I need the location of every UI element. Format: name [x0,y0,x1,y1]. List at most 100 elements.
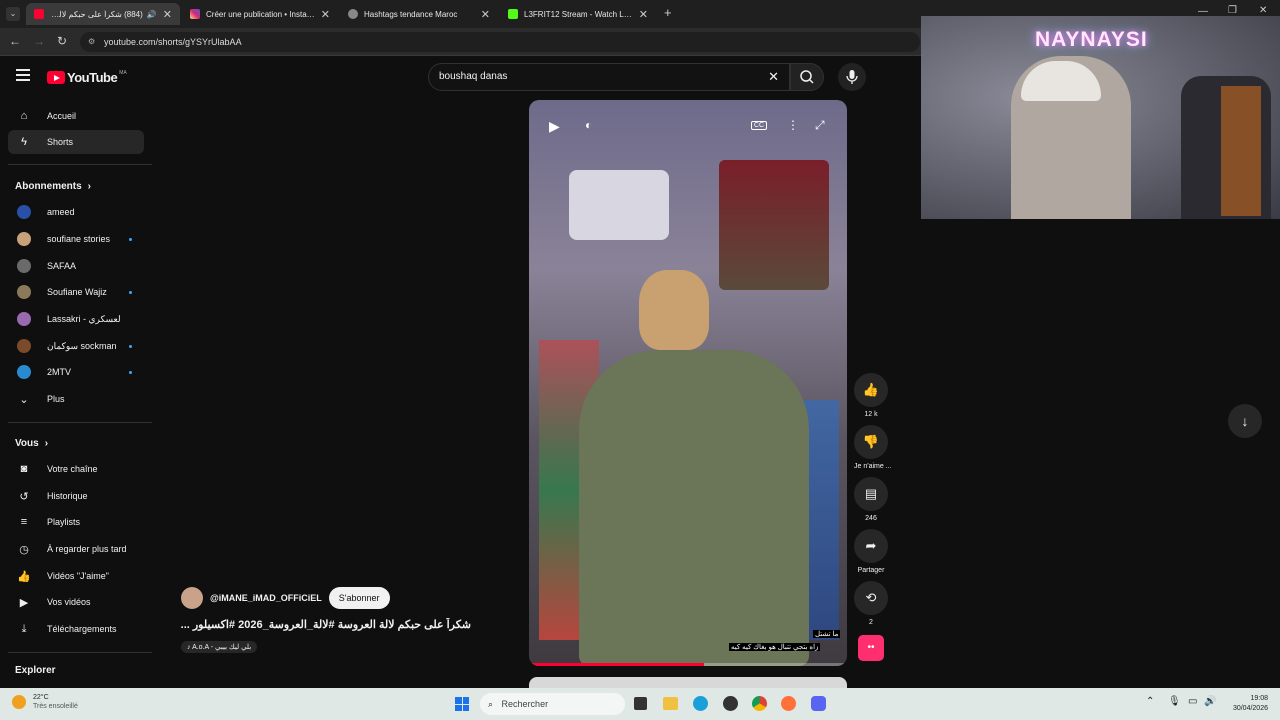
start-button[interactable] [455,697,469,711]
close-tab-icon[interactable]: ✕ [321,8,330,21]
subscription-item[interactable]: Lassakri - لعسكري [8,307,144,331]
remix-icon: ⟲ [854,581,888,615]
sidebar-item-history[interactable]: ↺ Historique [8,484,144,508]
subscribe-button[interactable]: S'abonner [328,587,390,609]
sidebar-item-accueil[interactable]: ⌂ Accueil [8,104,144,128]
taskbar-search[interactable]: ⌕ Rechercher [480,693,625,715]
audio-icon[interactable]: 🔊 [147,10,157,19]
app-icon[interactable] [723,696,738,711]
weather-desc: Très ensoleillé [33,703,78,710]
remix-button[interactable]: ⟲ 2 [854,581,888,626]
sidebar-item-more[interactable]: ⌄ Plus [8,387,144,411]
search-button[interactable] [790,63,824,91]
sidebar-item-label: Historique [47,491,88,501]
audio-label: A.o.A - بلي ليك بيبي [192,644,252,651]
weather-widget[interactable]: 22°C Très ensoleillé [12,693,78,711]
you-heading[interactable]: Vous › [15,438,48,449]
subscription-item[interactable]: soufiane stories [8,227,144,251]
volume-icon[interactable]: ◐ [585,118,592,132]
sidebar-item-playlists[interactable]: ≡ Playlists [8,510,144,534]
channel-avatar[interactable] [181,587,203,609]
subscription-label: ameed [47,207,75,217]
clock[interactable]: 19:08 30/04/2026 [1226,694,1268,714]
next-short-button[interactable]: ↓ [1228,404,1262,438]
comments-button[interactable]: ▤ 246 [854,477,888,522]
like-button[interactable]: 👍 12 k [854,373,888,418]
dislike-button[interactable]: 👎 Je n'aime ... [854,425,892,470]
youtube-logo[interactable]: YouTube MA [47,70,127,85]
subscription-item[interactable]: ameed [8,200,144,224]
next-short-preview[interactable] [529,677,847,688]
new-tab-icon[interactable]: + [664,5,672,20]
hamburger-menu-icon[interactable] [16,69,30,81]
url-field[interactable]: ⚙ youtube.com/shorts/gYSYrUlabAA [80,32,920,52]
firefox-icon[interactable] [781,696,796,711]
weather-temp: 22°C [33,694,49,701]
close-window-icon[interactable]: ✕ [1259,5,1267,16]
tab-youtube[interactable]: (884) شكراً على حبكم لالة العر 🔊 ✕ [26,3,180,25]
new-content-dot [129,344,132,348]
close-tab-icon[interactable]: ✕ [481,8,490,21]
tab-instagram[interactable]: Créer une publication • Instagram ✕ [182,3,338,25]
avatar [17,205,31,219]
short-video-player[interactable]: ▶ ◐ CC ⋮ ⤢ ما تشتل زاه بتجي تتبال هو بغا… [529,100,847,666]
more-options-icon[interactable]: ⋮ [787,118,799,132]
sidebar-item-downloads[interactable]: ⤓ Téléchargements [8,617,144,641]
search-input[interactable]: boushaq danas ✕ [428,63,790,91]
tray-chevron-up-icon[interactable]: ⌃ [1146,696,1154,707]
site-info-icon[interactable]: ⚙ [88,32,95,52]
subscription-item[interactable]: سوكمان sockman [8,334,144,358]
back-icon[interactable]: ← [9,34,21,48]
search-icon: ⌕ [488,699,496,709]
explore-heading: Explorer [15,665,56,676]
share-button[interactable]: ➦ Partager [854,529,888,574]
progress-track[interactable] [529,663,847,666]
subscription-label: سوكمان sockman [47,340,117,351]
tab-search-menu-icon[interactable]: ⌄ [6,7,20,21]
share-icon: ➦ [854,529,888,563]
sidebar-item-watch-later[interactable]: ◷ À regarder plus tard [8,537,144,561]
captions-icon[interactable]: CC [751,121,768,130]
tab-kick[interactable]: L3FRIT12 Stream - Watch Live o ✕ [500,3,656,25]
maximize-icon[interactable]: ❐ [1228,5,1237,16]
close-tab-icon[interactable]: ✕ [163,8,172,21]
search-icon [800,70,814,84]
subscription-item[interactable]: SAFAA [8,254,144,278]
sidebar-item-label: Votre chaîne [47,464,98,474]
reload-icon[interactable]: ↻ [57,34,67,48]
subscription-item[interactable]: Soufiane Wajiz [8,280,144,304]
avatar [17,232,31,246]
tab-hashtags[interactable]: Hashtags tendance Maroc ✕ [340,3,498,25]
close-tab-icon[interactable]: ✕ [639,8,648,21]
fullscreen-icon[interactable]: ⤢ [815,118,825,133]
discord-icon[interactable] [811,696,826,711]
avatar [17,285,31,299]
network-icon[interactable]: ▭ [1188,696,1197,707]
sound-button[interactable]: •• [858,635,884,661]
play-icon[interactable]: ▶ [549,118,560,135]
short-title[interactable]: شكراً على حبكم لالة العروسة #لالة_العروس… [181,618,471,631]
file-explorer-icon[interactable] [663,697,678,710]
webcam-name-overlay: NAYNAYSI [1035,28,1148,51]
edge-icon[interactable] [693,696,708,711]
tab-title: Hashtags tendance Maroc [364,9,458,19]
mic-tray-icon[interactable]: 🎙 [1168,696,1181,707]
voice-search-button[interactable] [838,63,866,91]
chrome-icon[interactable] [752,696,767,711]
new-content-dot [129,290,132,294]
forward-icon[interactable]: → [33,34,45,48]
sidebar-item-channel[interactable]: ◙ Votre chaîne [8,457,144,481]
windows-taskbar: 22°C Très ensoleillé ⌕ Rechercher ⌃ 🎙 ▭ … [0,688,1280,720]
sidebar-item-shorts[interactable]: ϟ Shorts [8,130,144,154]
channel-name[interactable]: @iMANE_iMAD_OFFiCiEL [210,593,322,603]
clear-search-icon[interactable]: ✕ [768,64,779,90]
subscription-item[interactable]: 2MTV [8,360,144,384]
sidebar-item-your-videos[interactable]: ▶ Vos vidéos [8,590,144,614]
volume-tray-icon[interactable]: 🔊 [1204,696,1216,707]
audio-chip[interactable]: ♪ A.o.A - بلي ليك بيبي [181,641,258,653]
dislike-label: Je n'aime ... [854,463,892,470]
task-view-icon[interactable] [634,697,647,710]
sidebar-item-liked[interactable]: 👍 Vidéos "J'aime" [8,564,144,588]
divider [8,652,152,653]
subscriptions-heading[interactable]: Abonnements › [15,181,91,192]
